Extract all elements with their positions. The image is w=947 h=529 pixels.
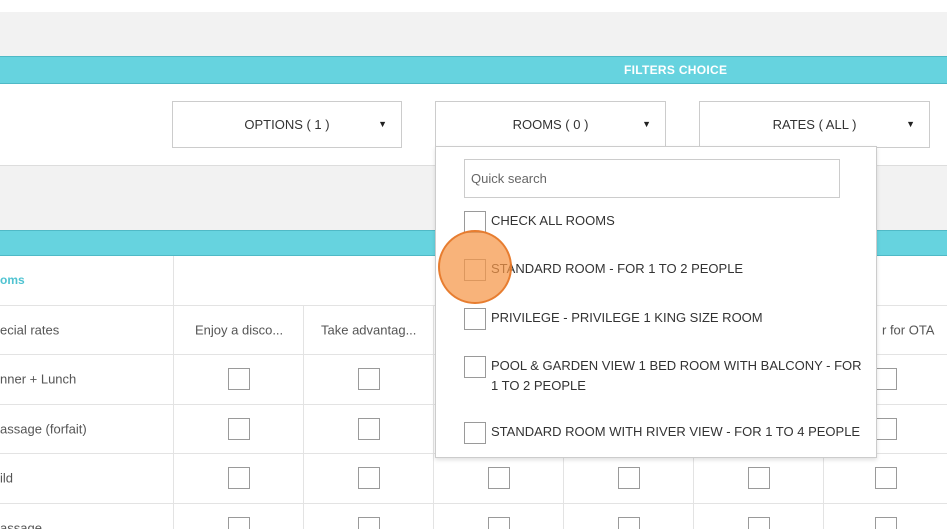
option-checkbox[interactable] bbox=[227, 467, 250, 490]
column-header-label: Enjoy a disco... bbox=[195, 322, 284, 338]
option-checkbox[interactable] bbox=[874, 516, 897, 529]
quick-search-input[interactable] bbox=[464, 159, 840, 198]
rooms-dropdown-menu: CHECK ALL ROOMS STANDARD ROOM - FOR 1 TO… bbox=[435, 146, 877, 458]
checkbox-cell bbox=[693, 454, 823, 503]
option-checkbox[interactable] bbox=[357, 516, 380, 529]
option-checkbox[interactable] bbox=[617, 467, 640, 490]
option-checkbox[interactable] bbox=[487, 467, 510, 490]
checkbox-cell bbox=[433, 454, 563, 503]
room-checkbox[interactable] bbox=[464, 259, 486, 281]
checkbox-cell bbox=[303, 454, 433, 503]
room-checkbox[interactable] bbox=[464, 211, 486, 233]
checkbox-cell bbox=[173, 454, 303, 503]
rates-filter-button[interactable]: RATES ( ALL ) ▼ bbox=[699, 101, 930, 148]
top-gray-band bbox=[0, 12, 947, 56]
option-checkbox[interactable] bbox=[747, 516, 770, 529]
row-label-cell: assage (forfait) bbox=[0, 405, 173, 454]
caret-down-icon: ▼ bbox=[906, 119, 915, 129]
checkbox-cell bbox=[823, 503, 947, 529]
room-checkbox[interactable] bbox=[464, 356, 486, 378]
option-checkbox[interactable] bbox=[357, 467, 380, 490]
option-checkbox[interactable] bbox=[357, 417, 380, 440]
rooms-filter-label: ROOMS ( 0 ) bbox=[512, 117, 589, 132]
table-row: ild bbox=[0, 454, 947, 504]
checkbox-cell bbox=[303, 355, 433, 404]
row-label: assage (forfait) bbox=[0, 421, 87, 437]
option-checkbox[interactable] bbox=[874, 368, 897, 391]
room-checkbox[interactable] bbox=[464, 422, 486, 444]
option-checkbox[interactable] bbox=[357, 368, 380, 391]
checkbox-cell bbox=[563, 503, 693, 529]
caret-down-icon: ▼ bbox=[642, 119, 651, 129]
row-label-cell: ecial rates bbox=[0, 306, 173, 355]
column-header: Take advantag... bbox=[303, 305, 433, 354]
rooms-link[interactable]: oms bbox=[0, 273, 25, 287]
rooms-cell: oms bbox=[0, 256, 173, 305]
caret-down-icon: ▼ bbox=[378, 119, 387, 129]
row-label: assage bbox=[0, 520, 42, 529]
option-checkbox[interactable] bbox=[874, 417, 897, 440]
option-checkbox[interactable] bbox=[227, 368, 250, 391]
checkbox-cell bbox=[693, 503, 823, 529]
room-checkbox[interactable] bbox=[464, 308, 486, 330]
option-checkbox[interactable] bbox=[227, 516, 250, 529]
column-header-label: Take advantag... bbox=[321, 322, 417, 338]
rooms-filter-button[interactable]: ROOMS ( 0 ) ▼ bbox=[435, 101, 666, 148]
options-filter-label: OPTIONS ( 1 ) bbox=[244, 117, 330, 132]
row-label: nner + Lunch bbox=[0, 371, 77, 387]
option-checkbox[interactable] bbox=[617, 516, 640, 529]
filters-choice-title: FILTERS CHOICE bbox=[624, 63, 728, 77]
checkbox-cell bbox=[173, 404, 303, 453]
checkbox-cell bbox=[563, 454, 693, 503]
row-label: ild bbox=[0, 470, 14, 486]
checkbox-cell bbox=[433, 503, 563, 529]
special-rates-label: ecial rates bbox=[0, 322, 60, 338]
option-checkbox[interactable] bbox=[747, 467, 770, 490]
dropdown-item-label: CHECK ALL ROOMS bbox=[491, 213, 615, 228]
checkbox-cell bbox=[303, 503, 433, 529]
dropdown-item-label: STANDARD ROOM - FOR 1 TO 2 PEOPLE bbox=[491, 261, 744, 276]
row-label-cell: ild bbox=[0, 454, 173, 503]
option-checkbox[interactable] bbox=[487, 516, 510, 529]
option-checkbox[interactable] bbox=[227, 417, 250, 440]
table-row: assage bbox=[0, 503, 947, 529]
dropdown-item-label: STANDARD ROOM WITH RIVER VIEW - FOR 1 TO… bbox=[491, 424, 861, 439]
options-filter-button[interactable]: OPTIONS ( 1 ) ▼ bbox=[172, 101, 402, 148]
dropdown-item-label: POOL & GARDEN VIEW 1 BED ROOM WITH BALCO… bbox=[491, 358, 862, 393]
column-header: Enjoy a disco... bbox=[173, 305, 303, 354]
checkbox-cell bbox=[173, 503, 303, 529]
column-header-label: r for OTA bbox=[882, 322, 935, 338]
dropdown-item-label: PRIVILEGE - PRIVILEGE 1 KING SIZE ROOM bbox=[491, 310, 763, 325]
checkbox-cell bbox=[823, 454, 947, 503]
filters-header-bar: FILTERS CHOICE bbox=[0, 56, 947, 84]
row-label-cell: nner + Lunch bbox=[0, 355, 173, 404]
checkbox-cell bbox=[173, 355, 303, 404]
row-label-cell: assage bbox=[0, 504, 173, 529]
option-checkbox[interactable] bbox=[874, 467, 897, 490]
checkbox-cell bbox=[303, 404, 433, 453]
rates-filter-label: RATES ( ALL ) bbox=[772, 117, 857, 132]
